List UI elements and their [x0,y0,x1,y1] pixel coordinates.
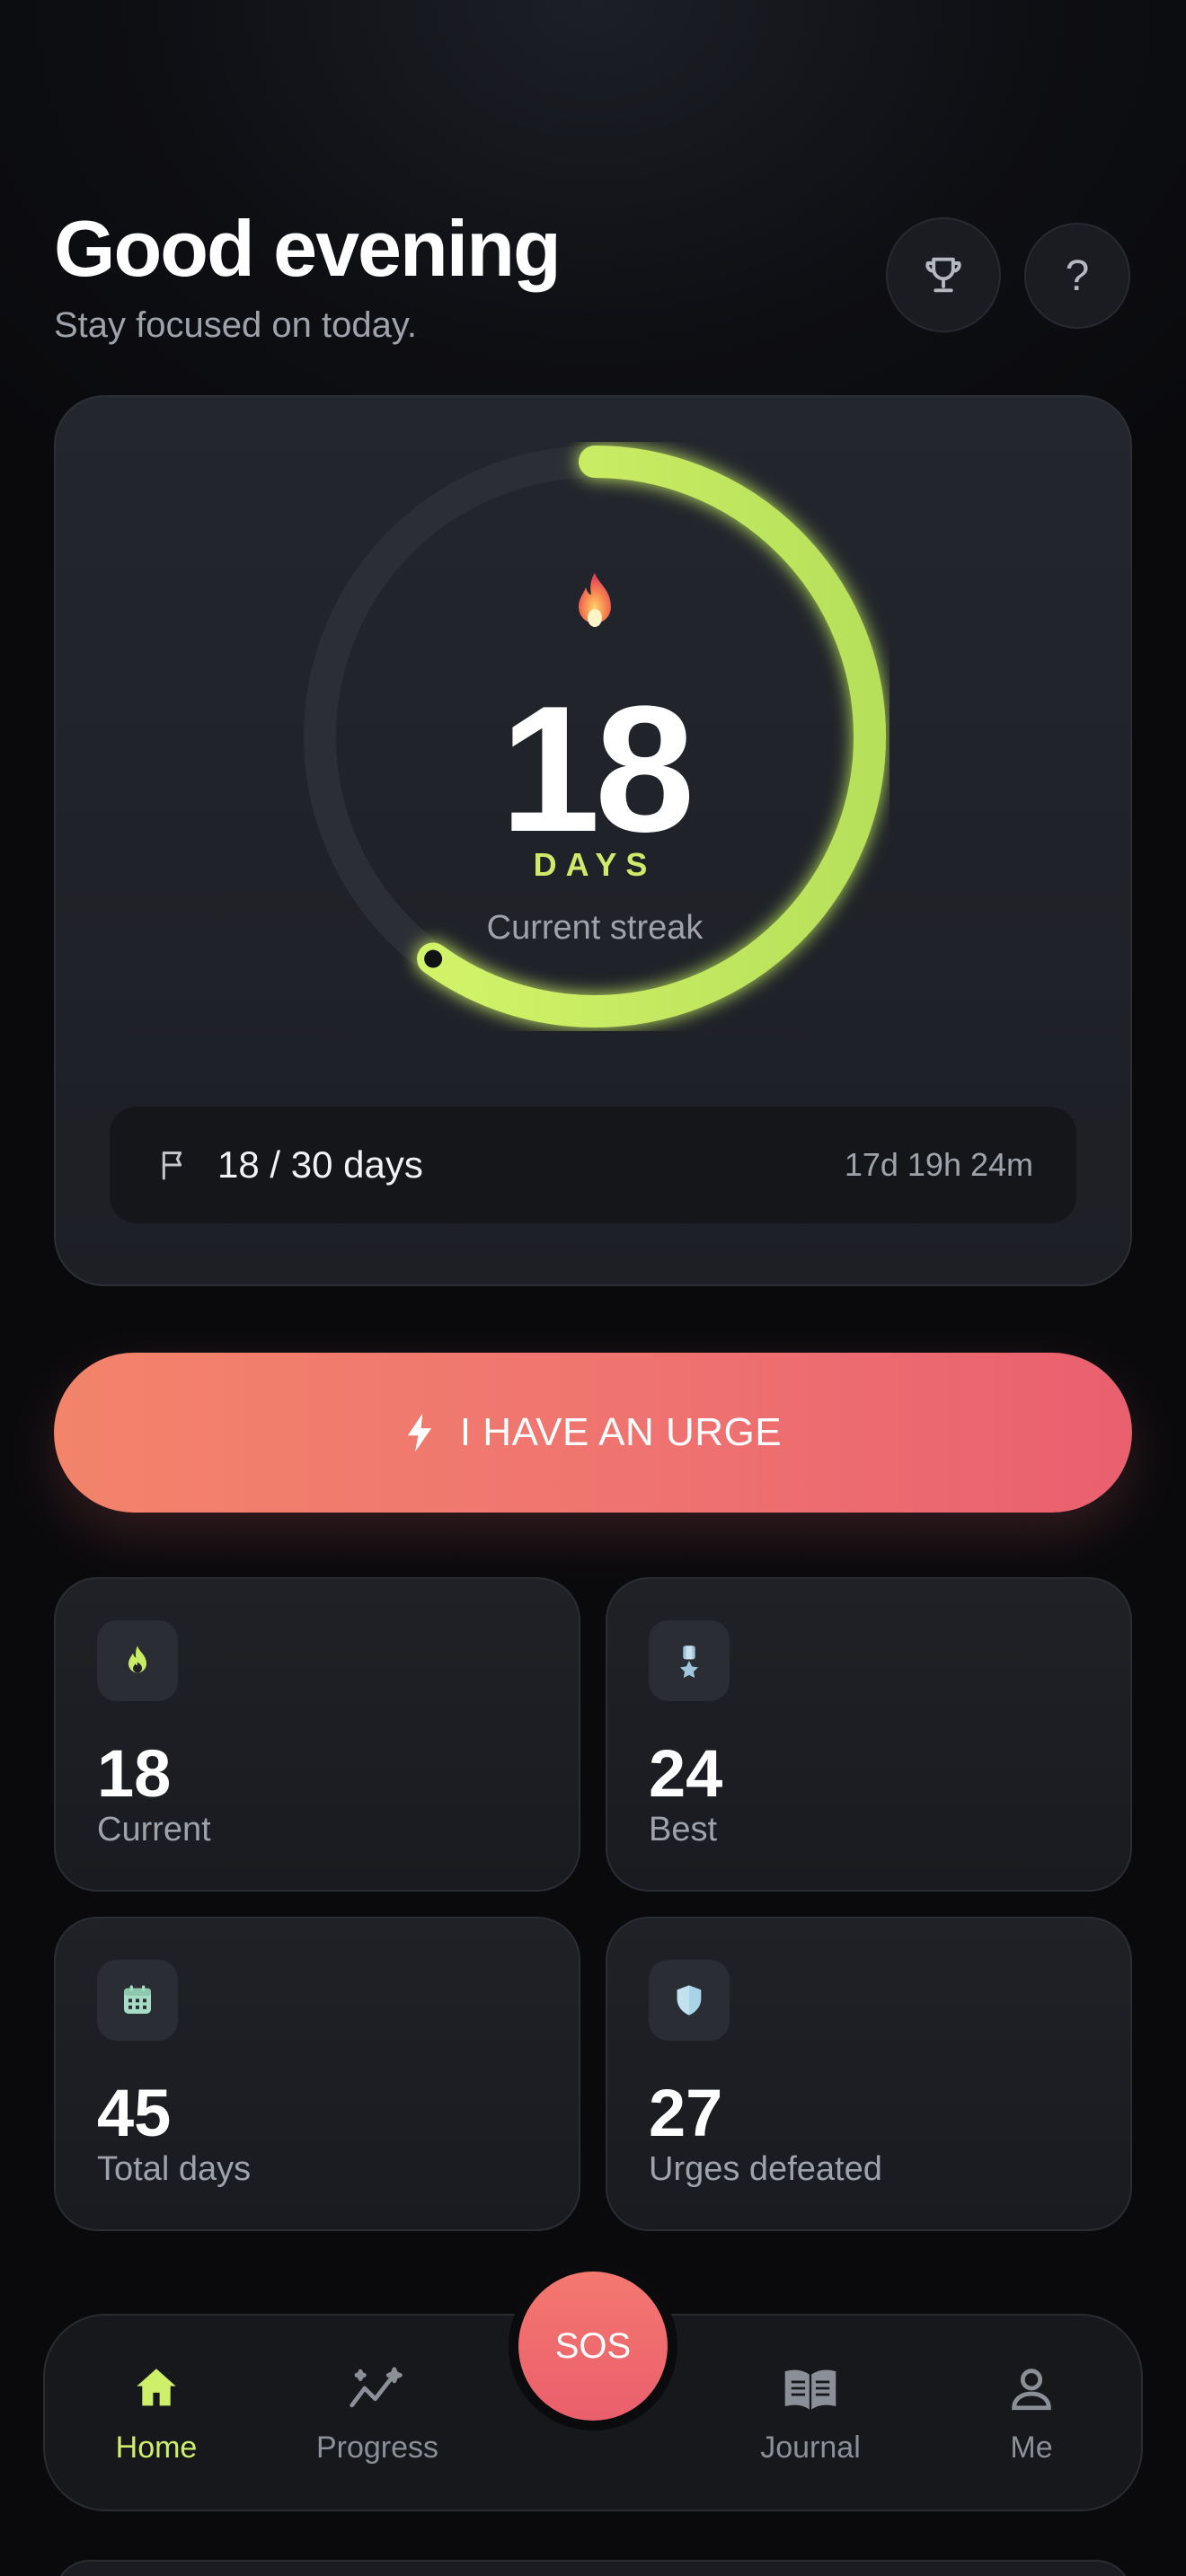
medal-icon [680,1645,698,1678]
streak-count: 18 [500,669,695,869]
stat-card-current: 18 Current [54,1577,580,1892]
stat-label: Total days [97,2150,252,2188]
greeting-title: Good evening [54,204,562,293]
stat-card-total-days: 45 Total days [54,1917,580,2231]
greeting-subtitle: Stay focused on today. [54,305,417,345]
help-icon: ? [1065,251,1090,300]
help-button[interactable]: ? [1024,223,1130,329]
nav-item-progress[interactable]: Progress [288,2362,467,2466]
urge-button[interactable]: I HAVE AN URGE [54,1353,1132,1513]
trophy-icon [925,257,961,293]
sos-button-label: SOS [518,2272,668,2421]
progress-icon [350,2367,403,2408]
person-icon [1012,2369,1051,2411]
nav-label: Me [1010,2430,1053,2465]
nav-item-journal[interactable]: Journal [721,2362,900,2466]
stat-icon-bg [649,1960,730,2041]
streak-caption: Current streak [486,909,704,947]
stat-card-urges-defeated: 27 Urges defeated [606,1917,1132,2231]
ring-end-dot [424,949,443,968]
home-screen: Good evening Stay focused on today. ? 18… [0,0,1186,2576]
sos-button[interactable]: SOS [509,2262,677,2430]
nav-item-home[interactable]: Home [66,2362,246,2466]
stat-value: 45 [97,2076,172,2150]
next-card-edge [54,2560,1132,2576]
goal-bar: 18 / 30 days 17d 19h 24m [110,1107,1076,1223]
stat-icon-bg [97,1960,178,2041]
goal-time-remaining: 17d 19h 24m [844,1146,1033,1183]
stat-icon-bg [649,1620,730,1701]
flame-icon [128,1645,146,1673]
streak-unit: DAYS [533,846,657,883]
achievements-button[interactable] [886,217,1001,332]
lightning-icon [407,1413,432,1452]
nav-label: Progress [315,2430,439,2465]
stat-label: Current [97,1811,211,1848]
streak-card: 18 DAYS Current streak 18 / 30 days 17d … [54,395,1132,1286]
journal-icon [784,2369,836,2410]
flame-icon [579,573,611,627]
stat-label: Best [649,1811,718,1848]
stat-label: Urges defeated [649,2150,882,2188]
urge-button-label: I HAVE AN URGE [459,1410,783,1454]
shield-icon [677,1985,702,2016]
stat-value: 24 [649,1736,723,1811]
stat-value: 27 [649,2076,723,2150]
nav-item-me[interactable]: Me [942,2362,1121,2466]
stat-icon-bg [97,1620,178,1701]
calendar-icon [124,1985,151,2014]
flag-icon [162,1151,182,1180]
goal-progress-text: 18 / 30 days [217,1143,423,1186]
stat-card-best: 24 Best [606,1577,1132,1892]
home-icon [137,2369,176,2406]
nav-label: Home [115,2430,198,2465]
stat-value: 18 [97,1736,172,1811]
nav-label: Journal [760,2430,861,2465]
